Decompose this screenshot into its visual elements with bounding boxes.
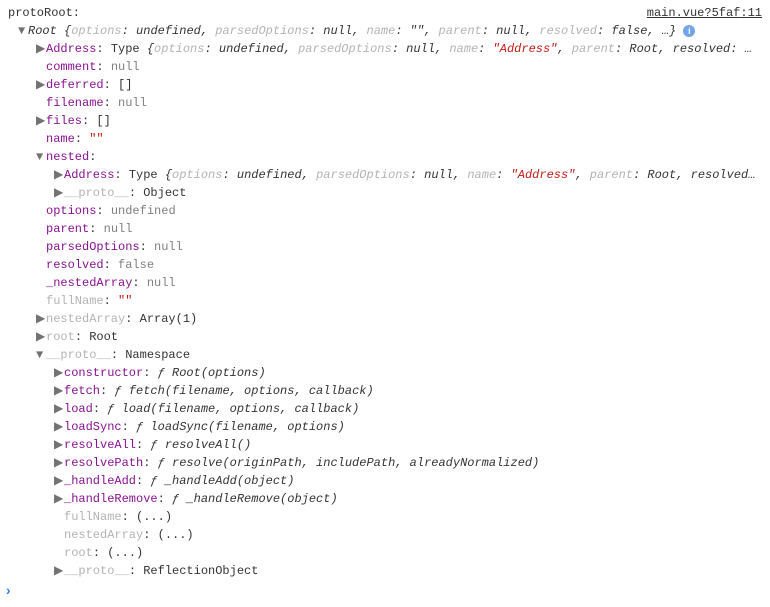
triangle-right-icon: ▶ xyxy=(54,184,64,202)
triangle-right-icon: ▶ xyxy=(54,382,64,400)
triangle-right-icon: ▶ xyxy=(54,490,64,508)
triangle-right-icon: ▶ xyxy=(54,562,64,580)
triangle-right-icon: ▶ xyxy=(36,76,46,94)
triangle-right-icon: ▶ xyxy=(36,328,46,346)
fullname-row[interactable]: fullName: "" xyxy=(0,292,762,310)
nestedarray-ellipsis-row[interactable]: nestedArray: (...) xyxy=(0,526,762,544)
comment-row[interactable]: comment: null xyxy=(0,58,762,76)
options-row[interactable]: options: undefined xyxy=(0,202,762,220)
handleremove-row[interactable]: ▶_handleRemove: ƒ _handleRemove(object) xyxy=(0,490,762,508)
triangle-right-icon: ▶ xyxy=(54,166,64,184)
address-row[interactable]: ▶Address: Type {options: undefined, pars… xyxy=(0,40,762,58)
triangle-right-icon: ▶ xyxy=(54,418,64,436)
load-row[interactable]: ▶load: ƒ load(filename, options, callbac… xyxy=(0,400,762,418)
triangle-right-icon: ▶ xyxy=(36,112,46,130)
resolveall-row[interactable]: ▶resolveAll: ƒ resolveAll() xyxy=(0,436,762,454)
resolved-row[interactable]: resolved: false xyxy=(0,256,762,274)
nestedarray-row[interactable]: ▶nestedArray: Array(1) xyxy=(0,310,762,328)
nestedarray-null-row[interactable]: _nestedArray: null xyxy=(0,274,762,292)
proto-refl-row[interactable]: ▶__proto__: ReflectionObject xyxy=(0,562,762,580)
handleadd-row[interactable]: ▶_handleAdd: ƒ _handleAdd(object) xyxy=(0,472,762,490)
console-prompt[interactable]: › xyxy=(0,580,762,603)
loadsync-row[interactable]: ▶loadSync: ƒ loadSync(filename, options) xyxy=(0,418,762,436)
source-link[interactable]: main.vue?5faf:11 xyxy=(647,4,762,22)
name-row[interactable]: name: "" xyxy=(0,130,762,148)
triangle-right-icon: ▶ xyxy=(36,40,46,58)
parsedoptions-row[interactable]: parsedOptions: null xyxy=(0,238,762,256)
triangle-right-icon: ▶ xyxy=(36,310,46,328)
root-summary-row[interactable]: ▼Root {options: undefined, parsedOptions… xyxy=(0,22,762,40)
nested-row[interactable]: ▼nested: xyxy=(0,148,762,166)
files-row[interactable]: ▶files: [] xyxy=(0,112,762,130)
resolvepath-row[interactable]: ▶resolvePath: ƒ resolve(originPath, incl… xyxy=(0,454,762,472)
triangle-down-icon: ▼ xyxy=(36,346,46,364)
triangle-right-icon: ▶ xyxy=(54,400,64,418)
root-ellipsis-row[interactable]: root: (...) xyxy=(0,544,762,562)
deferred-row[interactable]: ▶deferred: [] xyxy=(0,76,762,94)
fetch-row[interactable]: ▶fetch: ƒ fetch(filename, options, callb… xyxy=(0,382,762,400)
parent-row[interactable]: parent: null xyxy=(0,220,762,238)
proto-row[interactable]: ▼__proto__: Namespace xyxy=(0,346,762,364)
fullname-ellipsis-row[interactable]: fullName: (...) xyxy=(0,508,762,526)
nested-address-row[interactable]: ▶Address: Type {options: undefined, pars… xyxy=(0,166,762,184)
log-label: protoRoot: xyxy=(8,4,80,22)
nested-proto-row[interactable]: ▶__proto__: Object xyxy=(0,184,762,202)
filename-row[interactable]: filename: null xyxy=(0,94,762,112)
triangle-down-icon: ▼ xyxy=(36,148,46,166)
root-row[interactable]: ▶root: Root xyxy=(0,328,762,346)
triangle-right-icon: ▶ xyxy=(54,436,64,454)
info-icon[interactable]: i xyxy=(683,25,695,37)
constructor-row[interactable]: ▶constructor: ƒ Root(options) xyxy=(0,364,762,382)
triangle-right-icon: ▶ xyxy=(54,472,64,490)
triangle-right-icon: ▶ xyxy=(54,454,64,472)
triangle-right-icon: ▶ xyxy=(54,364,64,382)
triangle-down-icon: ▼ xyxy=(18,22,28,40)
